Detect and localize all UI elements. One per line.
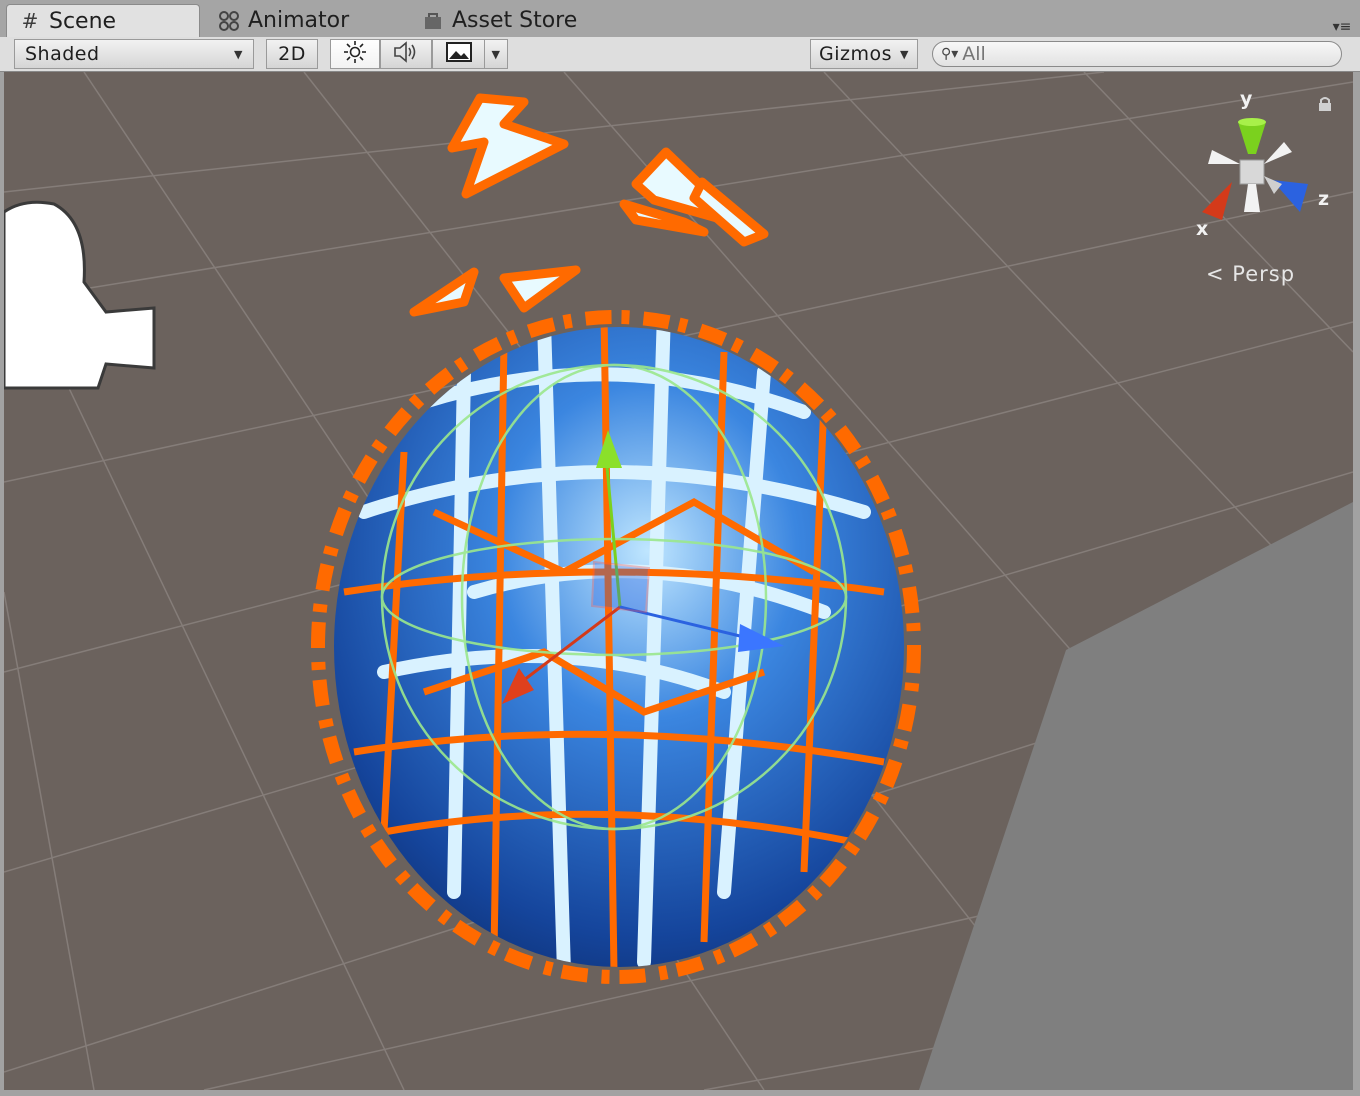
projection-label: Persp [1232,262,1296,286]
axis-label-z: z [1318,188,1330,210]
lighting-toggle-button[interactable] [330,39,380,69]
scene-search[interactable]: ⚲▾ [932,41,1342,67]
2d-toggle-label: 2D [278,43,306,65]
search-input[interactable] [962,43,1323,65]
draw-mode-label: Shaded [25,43,100,65]
tab-asset-store[interactable]: Asset Store [410,4,600,37]
fractured-sphere[interactable] [334,327,904,967]
search-icon: ⚲▾ [941,46,959,62]
projection-icon: < [1206,262,1225,286]
projection-toggle[interactable]: < Persp [1206,262,1295,286]
image-icon [446,41,472,67]
dropdown-arrow-icon: ▼ [234,47,243,61]
animator-icon [218,10,240,32]
gizmos-dropdown[interactable]: Gizmos ▼ [810,39,918,69]
tab-scene[interactable]: # Scene [6,4,200,37]
effects-dropdown-button[interactable]: ▼ [484,39,508,69]
dropdown-arrow-icon: ▼ [491,47,501,61]
dropdown-arrow-icon: ▼ [900,47,909,61]
draw-mode-dropdown[interactable]: Shaded ▼ [14,39,254,69]
effects-toggle-button[interactable] [432,39,486,69]
lock-icon[interactable] [1318,96,1332,111]
tab-animator-label: Animator [248,8,350,33]
axis-label-x: x [1196,218,1209,240]
plane-surface [919,502,1353,1090]
tab-menu-icon[interactable]: ▾≡ [1332,20,1352,34]
scene-toolbar: Shaded ▼ 2D ▼ Gizmos ▼ ⚲▾ All [0,37,1360,72]
2d-toggle-button[interactable]: 2D [266,39,318,69]
store-icon [422,10,444,32]
flying-shards [409,93,769,317]
scene-window: # Scene Animator Asset Store ▾≡ Shaded ▼… [0,0,1360,1096]
speaker-icon [392,40,420,69]
scene-canvas [4,72,1353,1090]
gizmos-label: Gizmos [819,43,893,65]
tab-animator[interactable]: Animator [206,4,396,37]
grid-icon: # [21,9,39,33]
tab-asset-store-label: Asset Store [452,8,578,33]
tab-scene-label: Scene [49,8,117,34]
sun-icon [343,40,367,69]
camera-gizmo-icon [4,200,156,390]
scene-viewport[interactable]: y z x < Persp [4,72,1353,1090]
audio-toggle-button[interactable] [380,39,432,69]
axis-label-y: y [1240,88,1253,110]
tab-bar: # Scene Animator Asset Store ▾≡ [0,0,1360,38]
